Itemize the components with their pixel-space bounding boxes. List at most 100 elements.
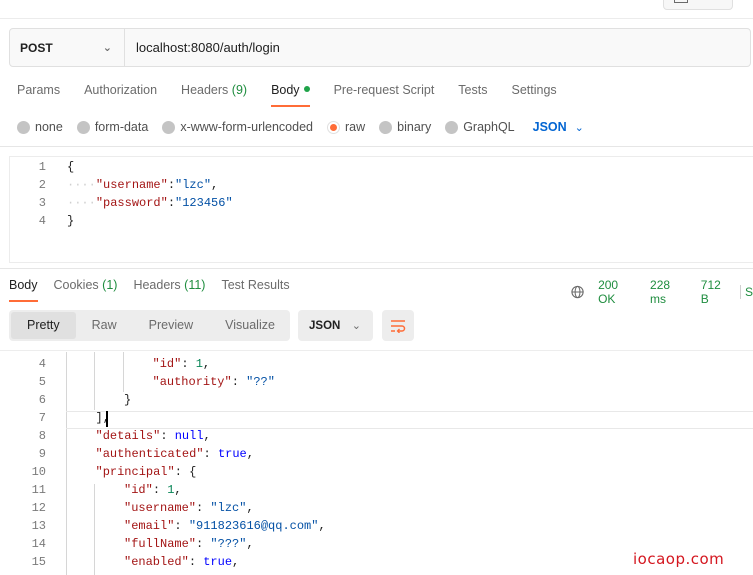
globe-icon[interactable] bbox=[571, 285, 584, 299]
divider bbox=[740, 285, 741, 299]
radio-binary[interactable]: binary bbox=[379, 120, 431, 134]
headers-count: (11) bbox=[184, 278, 206, 292]
view-visualize[interactable]: Visualize bbox=[209, 312, 291, 339]
line-number: 15 bbox=[31, 555, 46, 569]
json-token: "??" bbox=[246, 375, 275, 389]
radio-label: x-www-form-urlencoded bbox=[180, 120, 313, 134]
tab-body[interactable]: Body bbox=[271, 83, 310, 107]
save-menu-button[interactable] bbox=[663, 0, 733, 10]
tab-label: Headers bbox=[133, 278, 181, 292]
method-select[interactable]: POST ⌄ bbox=[10, 29, 125, 66]
radio-icon bbox=[162, 120, 176, 134]
tab-label: Settings bbox=[511, 83, 557, 97]
code-text: ····"username":"lzc", bbox=[67, 178, 219, 192]
response-time[interactable]: 228 ms bbox=[650, 278, 687, 306]
tab-label: Test Results bbox=[221, 278, 290, 292]
language-label: JSON bbox=[532, 120, 567, 134]
line-number: 1 bbox=[38, 160, 46, 174]
status-code[interactable]: 200 OK bbox=[598, 278, 636, 306]
json-value: "123456" bbox=[175, 196, 233, 210]
tab-label: Headers bbox=[181, 83, 229, 97]
view-pretty[interactable]: Pretty bbox=[11, 312, 76, 339]
json-token: "details" bbox=[95, 429, 161, 443]
code-line: 5 "authority": "??" bbox=[0, 373, 753, 391]
json-token: : bbox=[196, 501, 211, 515]
radio-selected-icon bbox=[327, 120, 340, 134]
line-number: 4 bbox=[38, 357, 46, 371]
code-line: 4 } bbox=[10, 212, 753, 230]
response-status: 200 OK 228 ms 712 B S bbox=[571, 278, 753, 306]
radio-x-www-form-urlencoded[interactable]: x-www-form-urlencoded bbox=[162, 120, 313, 134]
watermark: iocaop.com bbox=[633, 550, 725, 568]
wrap-lines-button[interactable] bbox=[382, 310, 414, 341]
line-number: 8 bbox=[38, 429, 46, 443]
line-number: 2 bbox=[38, 178, 46, 192]
code-line: 8 "details": null, bbox=[0, 427, 753, 445]
code-text: "enabled": true, bbox=[124, 553, 239, 571]
response-size[interactable]: 712 B bbox=[701, 278, 730, 306]
tab-label: Tests bbox=[458, 83, 488, 97]
save-response-button[interactable]: S bbox=[745, 285, 753, 299]
body-type-options: none form-data x-www-form-urlencoded raw… bbox=[17, 120, 584, 134]
code-text: "authenticated": true, bbox=[96, 445, 254, 463]
radio-icon bbox=[379, 120, 393, 134]
top-toolbar-strip bbox=[0, 0, 753, 19]
tab-headers[interactable]: Headers (9) bbox=[181, 83, 247, 105]
text-cursor bbox=[106, 411, 108, 427]
format-label: JSON bbox=[309, 319, 341, 332]
radio-label: raw bbox=[345, 120, 366, 134]
line-number: 12 bbox=[31, 501, 46, 515]
json-token: : bbox=[152, 483, 168, 497]
tab-test-results[interactable]: Test Results bbox=[221, 278, 289, 300]
json-token: , bbox=[174, 483, 182, 497]
radio-icon bbox=[445, 120, 459, 134]
tab-response-body[interactable]: Body bbox=[9, 278, 38, 302]
tab-settings[interactable]: Settings bbox=[511, 83, 556, 105]
line-number: 10 bbox=[31, 465, 46, 479]
tab-authorization[interactable]: Authorization bbox=[84, 83, 157, 105]
tab-label: Body bbox=[9, 278, 38, 292]
pane-divider[interactable] bbox=[0, 268, 753, 269]
format-select[interactable]: JSON ⌄ bbox=[298, 310, 373, 341]
code-text: "details": null, bbox=[96, 427, 211, 445]
code-text: "id": 1, bbox=[153, 355, 211, 373]
tab-label: Cookies bbox=[53, 278, 99, 292]
json-token: : bbox=[203, 447, 218, 461]
code-line: 4 "id": 1, bbox=[0, 355, 753, 373]
tab-label: Authorization bbox=[84, 83, 158, 97]
language-select[interactable]: JSON ⌄ bbox=[533, 120, 584, 134]
headers-count: (9) bbox=[231, 83, 248, 97]
code-line: 2 ····"username":"lzc", bbox=[10, 176, 753, 194]
radio-form-data[interactable]: form-data bbox=[76, 120, 148, 134]
json-token: , bbox=[246, 447, 254, 461]
radio-raw[interactable]: raw bbox=[327, 120, 365, 134]
view-preview[interactable]: Preview bbox=[133, 312, 209, 339]
line-number: 14 bbox=[31, 537, 46, 551]
line-number: 13 bbox=[31, 519, 46, 533]
request-body-editor[interactable]: 1 { 2 ····"username":"lzc", 3 ····"passw… bbox=[9, 156, 753, 263]
tab-response-headers[interactable]: Headers (11) bbox=[133, 278, 205, 300]
request-tabs: Params Authorization Headers (9) Body Pr… bbox=[17, 83, 581, 107]
json-token: "username" bbox=[124, 501, 197, 515]
code-text: } bbox=[124, 391, 131, 409]
url-input[interactable]: localhost:8080/auth/login bbox=[125, 40, 280, 55]
save-icon bbox=[674, 0, 688, 3]
radio-icon bbox=[17, 120, 30, 134]
tab-params[interactable]: Params bbox=[17, 83, 60, 105]
tab-tests[interactable]: Tests bbox=[458, 83, 487, 105]
radio-graphql[interactable]: GraphQL bbox=[445, 120, 515, 134]
json-token: "id" bbox=[124, 483, 153, 497]
view-raw[interactable]: Raw bbox=[76, 312, 133, 339]
tab-cookies[interactable]: Cookies (1) bbox=[54, 278, 118, 300]
response-body-viewer[interactable]: 4 "id": 1, 5 "authority": "??" 6} 7], 8 "detail… bbox=[0, 352, 753, 575]
code-text: "email": "911823616@qq.com", bbox=[124, 517, 326, 535]
json-token: "lzc" bbox=[210, 501, 247, 515]
cookies-count: (1) bbox=[102, 278, 118, 292]
chevron-down-icon: ⌄ bbox=[102, 42, 112, 54]
radio-none[interactable]: none bbox=[17, 120, 63, 134]
tab-pre-request-script[interactable]: Pre-request Script bbox=[334, 83, 435, 105]
wrap-lines-icon bbox=[391, 319, 406, 333]
line-number: 6 bbox=[38, 393, 46, 407]
json-token: true bbox=[217, 447, 247, 461]
divider bbox=[0, 350, 753, 351]
